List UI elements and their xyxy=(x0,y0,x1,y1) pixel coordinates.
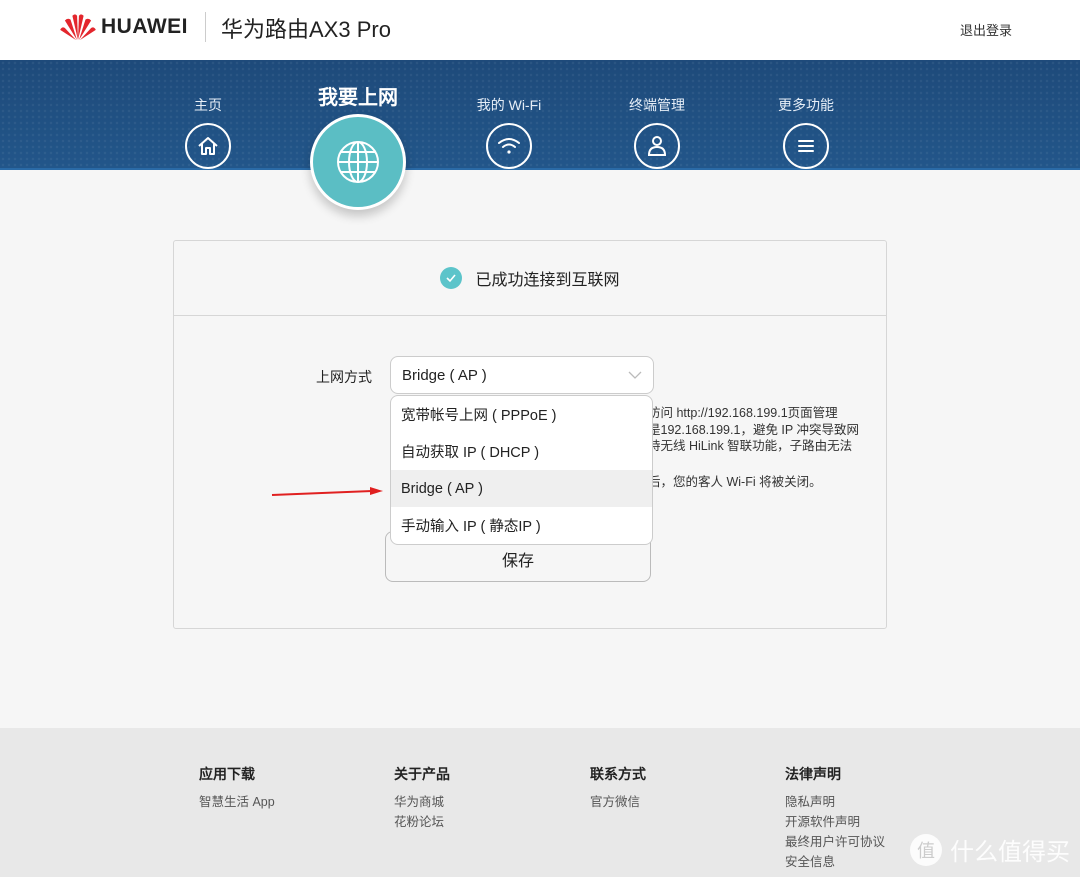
brand-name: HUAWEI xyxy=(101,15,188,38)
footer-col-product: 关于产品 华为商城 花粉论坛 xyxy=(394,764,450,832)
footer-heading: 关于产品 xyxy=(394,766,450,782)
annotation-arrow-icon xyxy=(271,487,383,496)
watermark: 值 什么值得买 xyxy=(910,832,1070,867)
user-icon xyxy=(634,123,680,169)
logout-link[interactable]: 退出登录 xyxy=(960,20,1012,39)
check-circle-icon xyxy=(440,267,463,289)
nav-internet-label: 我要上网 xyxy=(318,87,398,109)
footer-link[interactable]: 最终用户许可协议 xyxy=(785,832,885,852)
connection-type-dropdown: 宽带帐号上网 ( PPPoE ) 自动获取 IP ( DHCP ) Bridge… xyxy=(390,395,653,545)
huawei-logo: HUAWEI xyxy=(59,12,188,42)
option-static-ip[interactable]: 手动输入 IP ( 静态IP ) xyxy=(391,507,652,544)
watermark-text: 什么值得买 xyxy=(950,839,1070,866)
nav-home-label: 主页 xyxy=(194,97,222,113)
wifi-icon xyxy=(486,123,532,169)
nav-internet[interactable]: 我要上网 xyxy=(298,60,418,210)
header-divider xyxy=(205,12,206,42)
watermark-logo-icon: 值 xyxy=(910,833,942,866)
home-icon xyxy=(185,123,231,169)
footer-col-legal: 法律声明 隐私声明 开源软件声明 最终用户许可协议 安全信息 xyxy=(785,764,885,872)
menu-icon xyxy=(783,123,829,169)
footer-heading: 法律声明 xyxy=(785,766,841,782)
footer-link[interactable]: 花粉论坛 xyxy=(394,812,450,832)
selected-value: Bridge ( AP ) xyxy=(402,366,487,384)
connection-status: 已成功连接到互联网 xyxy=(174,241,886,316)
connection-type-label: 上网方式 xyxy=(316,369,372,385)
footer-col-app: 应用下载 智慧生活 App xyxy=(199,764,275,812)
help-line: 是192.168.199.1，避免 IP 冲突导致网 xyxy=(648,422,859,437)
option-dhcp[interactable]: 自动获取 IP ( DHCP ) xyxy=(391,433,652,470)
chevron-down-icon xyxy=(628,371,642,379)
option-pppoe[interactable]: 宽带帐号上网 ( PPPoE ) xyxy=(391,396,652,433)
nav-devices-label: 终端管理 xyxy=(629,97,685,113)
help-text: 访问 http://192.168.199.1页面管理 是192.168.199… xyxy=(648,405,859,490)
nav-wifi[interactable]: 我的 Wi-Fi xyxy=(449,60,569,169)
status-text: 已成功连接到互联网 xyxy=(475,272,620,289)
nav-more[interactable]: 更多功能 xyxy=(746,60,866,169)
footer-link[interactable]: 隐私声明 xyxy=(785,792,885,812)
product-title: 华为路由AX3 Pro xyxy=(221,17,391,42)
top-bar: HUAWEI 华为路由AX3 Pro 退出登录 xyxy=(0,0,1080,60)
globe-icon xyxy=(310,114,406,210)
nav-wifi-label: 我的 Wi-Fi xyxy=(476,97,542,113)
help-line: 后，您的客人 Wi-Fi 将被关闭。 xyxy=(648,474,822,489)
nav-home[interactable]: 主页 xyxy=(148,60,268,169)
option-bridge[interactable]: Bridge ( AP ) xyxy=(391,470,652,507)
help-line: 持无线 HiLink 智联功能，子路由无法 xyxy=(648,439,853,453)
footer-link[interactable]: 华为商城 xyxy=(394,792,450,812)
nav-devices[interactable]: 终端管理 xyxy=(597,60,717,169)
footer-heading: 应用下载 xyxy=(199,766,255,782)
footer-link[interactable]: 安全信息 xyxy=(785,852,885,872)
huawei-petal-icon xyxy=(60,14,96,41)
nav-more-label: 更多功能 xyxy=(778,97,834,113)
footer-heading: 联系方式 xyxy=(590,766,646,782)
footer-link[interactable]: 智慧生活 App xyxy=(199,792,275,812)
footer-link[interactable]: 开源软件声明 xyxy=(785,812,885,832)
footer-link[interactable]: 官方微信 xyxy=(590,792,646,812)
connection-type-select[interactable]: Bridge ( AP ) xyxy=(390,356,654,394)
help-line: 访问 http://192.168.199.1页面管理 xyxy=(648,406,838,420)
footer-col-contact: 联系方式 官方微信 xyxy=(590,764,646,812)
